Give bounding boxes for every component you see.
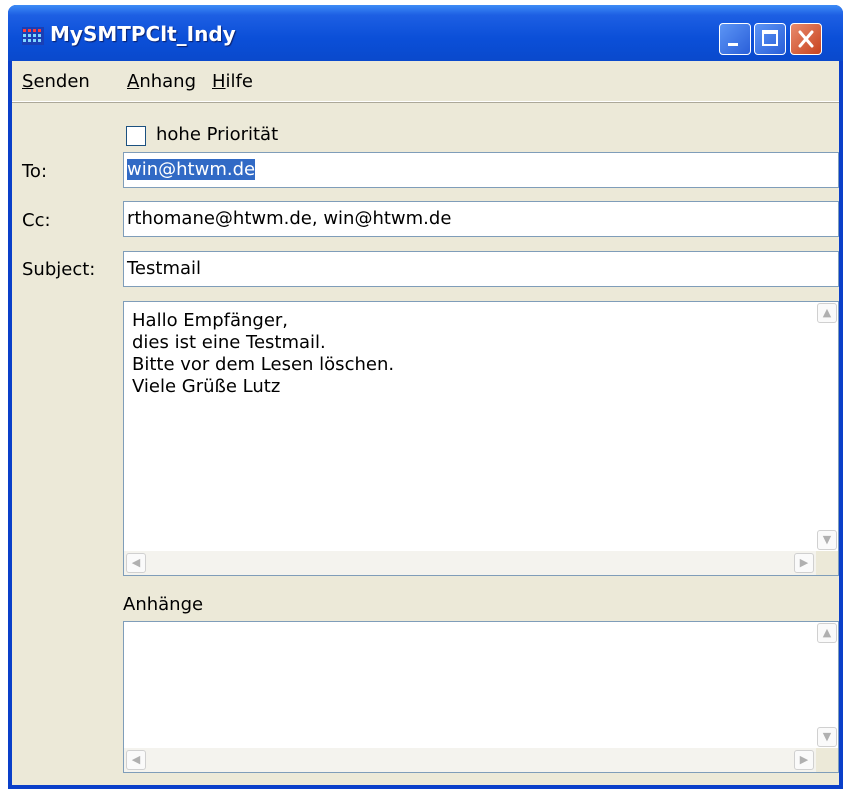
- client-area: Senden Anhang Hilfe hohe Priorität To: w…: [12, 61, 839, 785]
- maximize-button[interactable]: [754, 23, 786, 55]
- subject-label: Subject:: [22, 259, 96, 280]
- cc-field[interactable]: rthomane@htwm.de, win@htwm.de: [123, 201, 839, 237]
- scroll-up-arrow-icon[interactable]: ▲: [817, 623, 837, 643]
- menu-senden[interactable]: Senden: [22, 71, 90, 92]
- attachments-list[interactable]: ▲ ▼ ◀ ▶: [123, 621, 839, 773]
- close-icon: [798, 30, 814, 48]
- scroll-corner: [816, 551, 838, 575]
- subject-field[interactable]: Testmail: [123, 251, 839, 287]
- menu-hilfe[interactable]: Hilfe: [212, 71, 253, 92]
- scroll-left-arrow-icon[interactable]: ◀: [126, 750, 146, 770]
- attachments-label: Anhänge: [123, 594, 204, 615]
- maximize-icon: [762, 30, 778, 46]
- minimize-icon: [728, 43, 738, 46]
- scroll-right-arrow-icon[interactable]: ▶: [794, 553, 814, 573]
- scroll-down-arrow-icon[interactable]: ▼: [817, 727, 837, 747]
- body-horizontal-scrollbar[interactable]: ◀ ▶: [124, 551, 816, 575]
- priority-label: hohe Priorität: [156, 124, 279, 145]
- message-body-text: Hallo Empfänger, dies ist eine Testmail.…: [132, 310, 395, 397]
- scroll-right-arrow-icon[interactable]: ▶: [794, 750, 814, 770]
- priority-checkbox[interactable]: [126, 126, 146, 146]
- body-vertical-scrollbar[interactable]: ▲ ▼: [816, 302, 838, 551]
- scroll-up-arrow-icon[interactable]: ▲: [817, 303, 837, 323]
- scroll-left-arrow-icon[interactable]: ◀: [126, 553, 146, 573]
- message-body[interactable]: Hallo Empfänger, dies ist eine Testmail.…: [123, 301, 839, 576]
- app-grid-icon: [22, 27, 44, 45]
- to-field[interactable]: win@htwm.de: [123, 152, 839, 188]
- window-title: MySMTPClt_Indy: [50, 22, 236, 46]
- scroll-corner: [816, 748, 838, 772]
- menu-anhang[interactable]: Anhang: [127, 71, 196, 92]
- minimize-button[interactable]: [719, 23, 751, 55]
- cc-label: Cc:: [22, 210, 51, 231]
- menu-bar: Senden Anhang Hilfe: [12, 61, 839, 102]
- attachments-vertical-scrollbar[interactable]: ▲ ▼: [816, 622, 838, 748]
- to-label: To:: [22, 161, 48, 182]
- title-bar[interactable]: MySMTPClt_Indy: [8, 5, 843, 61]
- to-field-value: win@htwm.de: [127, 159, 256, 180]
- scroll-down-arrow-icon[interactable]: ▼: [817, 530, 837, 550]
- main-window: MySMTPClt_Indy Senden Anhang Hilfe hohe …: [8, 5, 843, 789]
- attachments-horizontal-scrollbar[interactable]: ◀ ▶: [124, 748, 816, 772]
- close-button[interactable]: [790, 23, 822, 55]
